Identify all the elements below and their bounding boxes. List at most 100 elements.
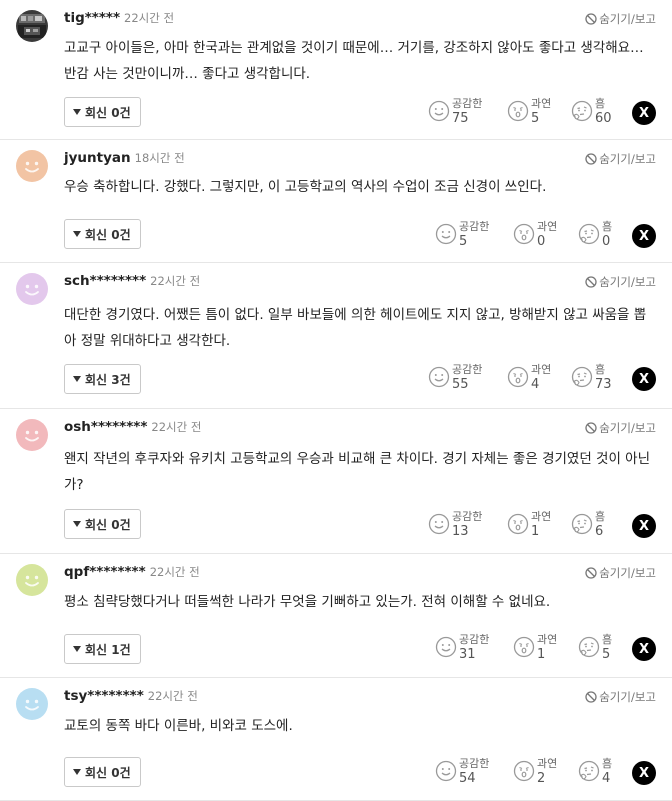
comment-item: jyuntyan 18시간 전 숨기기/보고 우승 축하합니다. 강했다. 그렇지… (0, 140, 672, 263)
indeed-count: 1 (537, 647, 546, 662)
reply-count-button[interactable]: 회신 0건 (64, 757, 141, 787)
x-share-button[interactable]: X (632, 224, 656, 248)
indeed-reaction-button[interactable]: 과연 4 (507, 363, 551, 393)
reply-count-button[interactable]: 회신 3건 (64, 364, 141, 394)
empathy-reaction-button[interactable]: 공감한 75 (428, 97, 482, 127)
caret-down-icon (73, 231, 81, 237)
reply-count-label: 회신 0건 (85, 227, 131, 242)
indeed-count: 4 (531, 377, 540, 392)
hide-report-label: 숨기기/보고 (599, 421, 656, 435)
comment-username[interactable]: tig***** (64, 10, 120, 26)
comment-list: tig***** 22시간 전 숨기기/보고 고교구 아이들은, 아마 한국과는 … (0, 0, 672, 801)
block-icon (585, 153, 597, 165)
avatar[interactable] (16, 688, 48, 720)
empathy-count: 75 (452, 111, 469, 126)
indeed-label: 과연 (531, 510, 552, 523)
empathy-count: 31 (459, 647, 476, 662)
surprised-face-icon (507, 97, 529, 122)
x-share-button[interactable]: X (632, 101, 656, 125)
comment-timestamp: 18시간 전 (134, 151, 185, 165)
comment-body: 우승 축하합니다. 강했다. 그렇지만, 이 고등학교의 역사의 수업이 조금 … (64, 179, 547, 195)
comment-item: tig***** 22시간 전 숨기기/보고 고교구 아이들은, 아마 한국과는 … (0, 0, 672, 140)
hmm-count: 5 (602, 647, 611, 662)
surprised-face-icon (513, 220, 535, 245)
hmm-reaction-button[interactable]: 흠 60 (571, 97, 612, 127)
comment-username[interactable]: qpf******** (64, 564, 146, 580)
comment-username[interactable]: jyuntyan (64, 150, 131, 166)
hide-report-label: 숨기기/보고 (599, 275, 656, 289)
reply-count-label: 회신 0건 (85, 105, 131, 120)
block-icon (585, 691, 597, 703)
comment-timestamp: 22시간 전 (151, 420, 202, 434)
indeed-reaction-button[interactable]: 과연 1 (513, 633, 557, 663)
avatar[interactable] (16, 10, 48, 42)
empathy-label: 공감한 (452, 97, 483, 110)
hmm-label: 흠 (602, 220, 613, 233)
hide-report-button[interactable]: 숨기기/보고 (585, 565, 656, 581)
indeed-reaction-button[interactable]: 과연 2 (513, 757, 557, 787)
hide-report-button[interactable]: 숨기기/보고 (585, 689, 656, 705)
empathy-reaction-button[interactable]: 공감한 13 (428, 510, 482, 540)
reply-count-button[interactable]: 회신 0건 (64, 509, 141, 539)
x-share-button[interactable]: X (632, 514, 656, 538)
x-share-button[interactable]: X (632, 637, 656, 661)
hmm-reaction-button[interactable]: 흠 6 (571, 510, 605, 540)
x-logo-icon: X (638, 641, 650, 657)
thinking-face-icon (571, 97, 593, 122)
indeed-reaction-button[interactable]: 과연 5 (507, 97, 551, 127)
empathy-count: 13 (452, 524, 469, 539)
x-logo-icon: X (638, 765, 650, 781)
empathy-reaction-button[interactable]: 공감한 5 (435, 220, 489, 250)
indeed-reaction-button[interactable]: 과연 0 (513, 220, 557, 250)
avatar[interactable] (16, 150, 48, 182)
x-share-button[interactable]: X (632, 367, 656, 391)
hmm-count: 60 (595, 111, 612, 126)
reply-count-label: 회신 1건 (85, 642, 131, 657)
reply-count-button[interactable]: 회신 1건 (64, 634, 141, 664)
empathy-label: 공감한 (459, 220, 490, 233)
block-icon (585, 422, 597, 434)
indeed-label: 과연 (531, 97, 552, 110)
indeed-count: 5 (531, 111, 540, 126)
smile-face-icon (435, 220, 457, 245)
hmm-reaction-button[interactable]: 흠 4 (578, 757, 612, 787)
surprised-face-icon (507, 363, 529, 388)
thinking-face-icon (578, 220, 600, 245)
reply-count-label: 회신 3건 (85, 372, 131, 387)
x-share-button[interactable]: X (632, 761, 656, 785)
comment-username[interactable]: tsy******** (64, 688, 144, 704)
empathy-reaction-button[interactable]: 공감한 54 (435, 757, 489, 787)
comment-body: 평소 침략당했다거나 떠들썩한 나라가 무엇을 기뻐하고 있는가. 전혀 이해할… (64, 594, 551, 610)
avatar[interactable] (16, 273, 48, 305)
smile-face-icon (435, 633, 457, 658)
hmm-count: 4 (602, 771, 611, 786)
hmm-reaction-button[interactable]: 흠 73 (571, 363, 612, 393)
hide-report-button[interactable]: 숨기기/보고 (585, 274, 656, 290)
comment-username[interactable]: osh******** (64, 419, 147, 435)
block-icon (585, 276, 597, 288)
empathy-count: 54 (459, 771, 476, 786)
empathy-reaction-button[interactable]: 공감한 55 (428, 363, 482, 393)
indeed-reaction-button[interactable]: 과연 1 (507, 510, 551, 540)
reply-count-button[interactable]: 회신 0건 (64, 97, 141, 127)
hmm-reaction-button[interactable]: 흠 5 (578, 633, 612, 663)
empathy-reaction-button[interactable]: 공감한 31 (435, 633, 489, 663)
block-icon (585, 567, 597, 579)
hmm-count: 73 (595, 377, 612, 392)
hide-report-button[interactable]: 숨기기/보고 (585, 11, 656, 27)
hmm-reaction-button[interactable]: 흠 0 (578, 220, 612, 250)
indeed-label: 과연 (537, 220, 558, 233)
hmm-count: 0 (602, 234, 611, 249)
hide-report-button[interactable]: 숨기기/보고 (585, 420, 656, 436)
avatar[interactable] (16, 419, 48, 451)
thinking-face-icon (571, 363, 593, 388)
hide-report-button[interactable]: 숨기기/보고 (585, 151, 656, 167)
smile-face-icon (435, 757, 457, 782)
comment-item: sch******** 22시간 전 숨기기/보고 대단한 경기였다. 어쨌든 틈… (0, 263, 672, 409)
thinking-face-icon (578, 633, 600, 658)
caret-down-icon (73, 646, 81, 652)
smile-face-icon (428, 363, 450, 388)
avatar[interactable] (16, 564, 48, 596)
comment-username[interactable]: sch******** (64, 273, 146, 289)
reply-count-button[interactable]: 회신 0건 (64, 219, 141, 249)
